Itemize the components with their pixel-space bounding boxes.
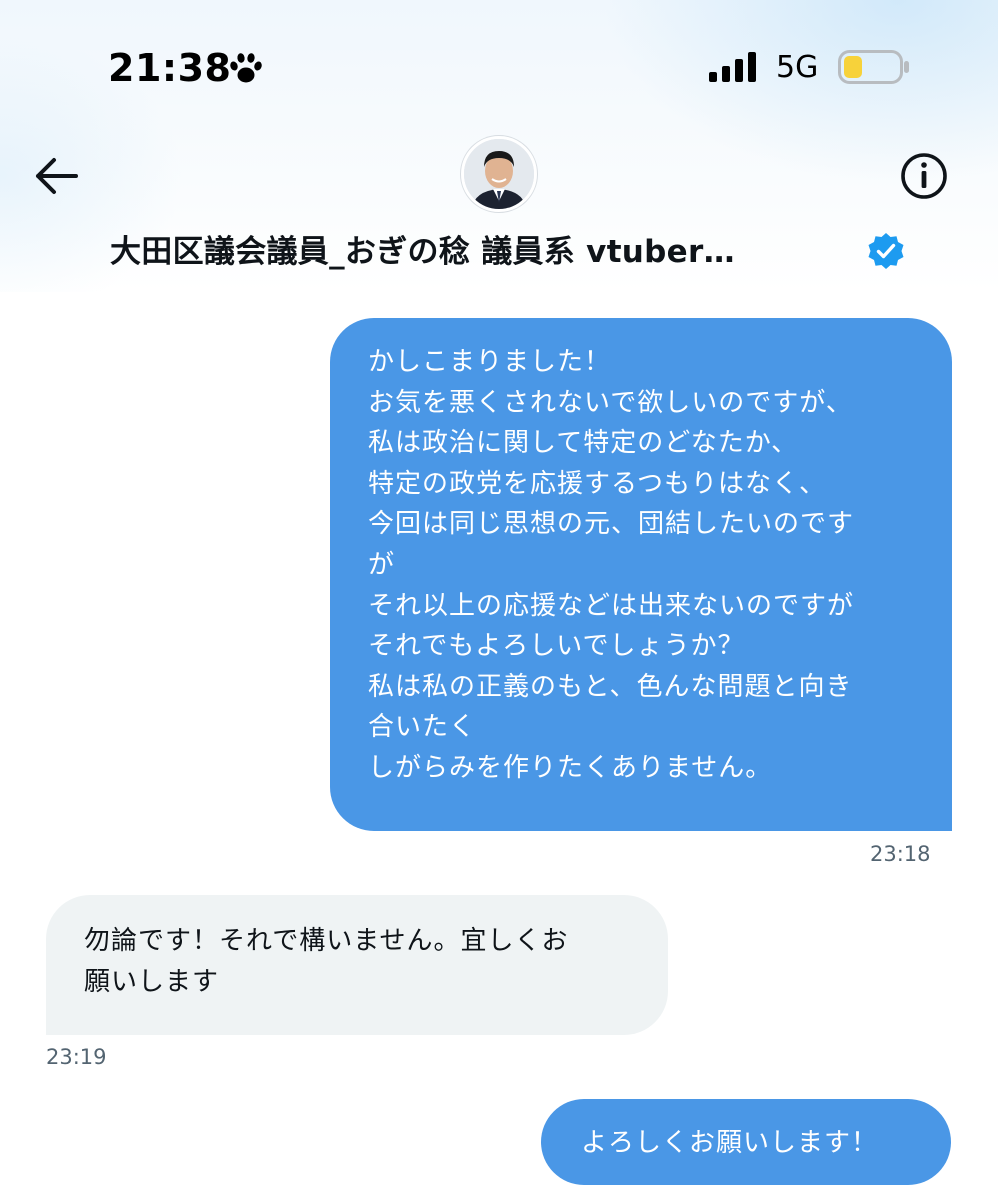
back-arrow-icon[interactable] [32, 154, 80, 198]
message-bubble-outgoing[interactable]: よろしくお願いします！ [541, 1099, 951, 1185]
message-line: 私は政治に関して特定のどなたか、 [368, 428, 799, 459]
message-line: が [368, 549, 396, 580]
message-line: かしこまりました！ [368, 347, 612, 377]
network-type: 5G [776, 50, 819, 85]
battery-low-icon [838, 50, 909, 84]
verified-badge-icon [868, 233, 904, 269]
message-timestamp: 23:18 [870, 842, 931, 866]
message-bubble-incoming[interactable]: 勿論です！それで構いません。宜しくお 願いします [46, 895, 668, 1035]
message-line: 私は私の正義のもと、色んな問題と向き [368, 671, 853, 702]
message-line: それ以上の応援などは出来ないのですが [368, 590, 855, 621]
message-line: 特定の政党を応援するつもりはなく、 [368, 468, 826, 499]
paw-icon [230, 53, 262, 83]
message-line: お気を悪くされないで欲しいのですが、 [368, 387, 853, 418]
info-icon[interactable] [898, 150, 950, 202]
message-line: 勿論です！それで構いません。宜しくお [84, 926, 569, 956]
contact-name[interactable]: 大田区議会議員_おぎの稔 議員系 vtuber… [110, 226, 860, 271]
message-line: それでもよろしいでしょうか？ [368, 631, 745, 662]
message-bubble-outgoing[interactable]: かしこまりました！ お気を悪くされないで欲しいのですが、 私は政治に関して特定の… [330, 318, 952, 831]
message-line: しがらみを作りたくありません。 [368, 752, 773, 783]
profile-avatar[interactable] [461, 136, 537, 212]
message-timestamp: 23:19 [46, 1045, 107, 1069]
signal-bars-icon [709, 52, 756, 82]
message-line: よろしくお願いします！ [581, 1128, 879, 1158]
message-line: 合いたく [368, 712, 477, 743]
message-line: 今回は同じ思想の元、団結したいのです [368, 509, 855, 540]
message-line: 願いします [84, 966, 220, 997]
status-time: 21:38 [108, 46, 232, 90]
